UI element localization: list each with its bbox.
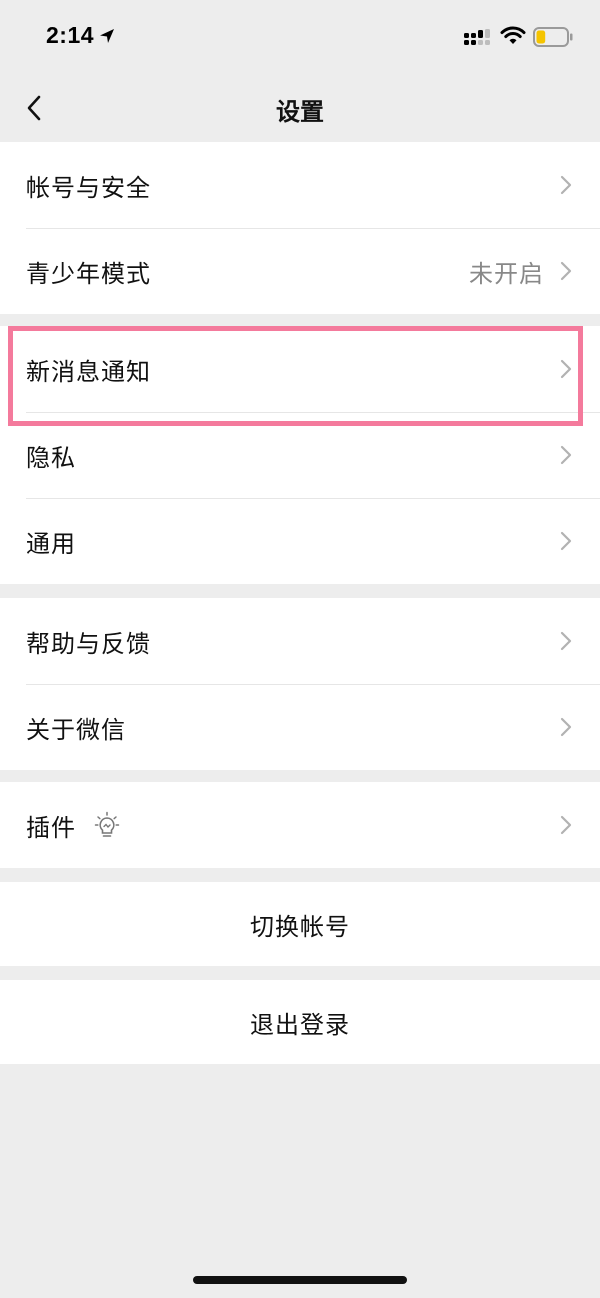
row-label: 帐号与安全 <box>26 173 151 202</box>
logout-label: 退出登录 <box>250 1010 350 1039</box>
status-time: 2:14 <box>46 22 95 48</box>
row-value: 未开启 <box>469 259 544 288</box>
row-label: 插件 <box>26 813 76 842</box>
settings-group-account: 帐号与安全 青少年模式 未开启 <box>0 142 600 314</box>
row-about-wechat[interactable]: 关于微信 <box>0 684 600 770</box>
chevron-right-icon <box>560 261 572 281</box>
row-privacy[interactable]: 隐私 <box>0 412 600 498</box>
row-label: 新消息通知 <box>26 357 151 386</box>
chevron-right-icon <box>560 717 572 737</box>
chevron-right-icon <box>560 631 572 651</box>
row-plugins[interactable]: 插件 <box>0 782 600 868</box>
switch-account-button[interactable]: 切换帐号 <box>0 882 600 966</box>
row-label: 通用 <box>26 529 76 558</box>
chevron-right-icon <box>560 815 572 835</box>
row-teen-mode[interactable]: 青少年模式 未开启 <box>0 228 600 314</box>
lightbulb-icon <box>94 811 120 837</box>
wifi-icon <box>500 26 526 44</box>
nav-bar: 设置 <box>0 78 600 140</box>
status-bar: 2:14 <box>0 0 600 78</box>
chevron-right-icon <box>560 175 572 195</box>
row-general[interactable]: 通用 <box>0 498 600 584</box>
settings-group-plugins: 插件 <box>0 782 600 868</box>
chevron-right-icon <box>560 359 572 379</box>
row-account-security[interactable]: 帐号与安全 <box>0 142 600 228</box>
chevron-right-icon <box>560 531 572 551</box>
row-help-feedback[interactable]: 帮助与反馈 <box>0 598 600 684</box>
switch-account-label: 切换帐号 <box>250 912 350 941</box>
chevron-right-icon <box>560 445 572 465</box>
row-new-message-notification[interactable]: 新消息通知 <box>0 326 600 412</box>
page-title: 设置 <box>276 98 324 126</box>
row-label: 青少年模式 <box>26 259 151 288</box>
home-indicator <box>193 1276 407 1284</box>
location-arrow-icon <box>100 29 114 43</box>
settings-group-general: 新消息通知 隐私 通用 <box>0 326 600 584</box>
logout-group: 退出登录 <box>0 980 600 1064</box>
logout-button[interactable]: 退出登录 <box>0 980 600 1064</box>
row-label: 帮助与反馈 <box>26 629 151 658</box>
settings-group-help: 帮助与反馈 关于微信 <box>0 598 600 770</box>
cellular-signal-icon <box>464 29 490 45</box>
row-label: 隐私 <box>26 443 76 472</box>
row-label: 关于微信 <box>26 715 126 744</box>
switch-account-group: 切换帐号 <box>0 882 600 966</box>
battery-icon <box>533 27 573 47</box>
